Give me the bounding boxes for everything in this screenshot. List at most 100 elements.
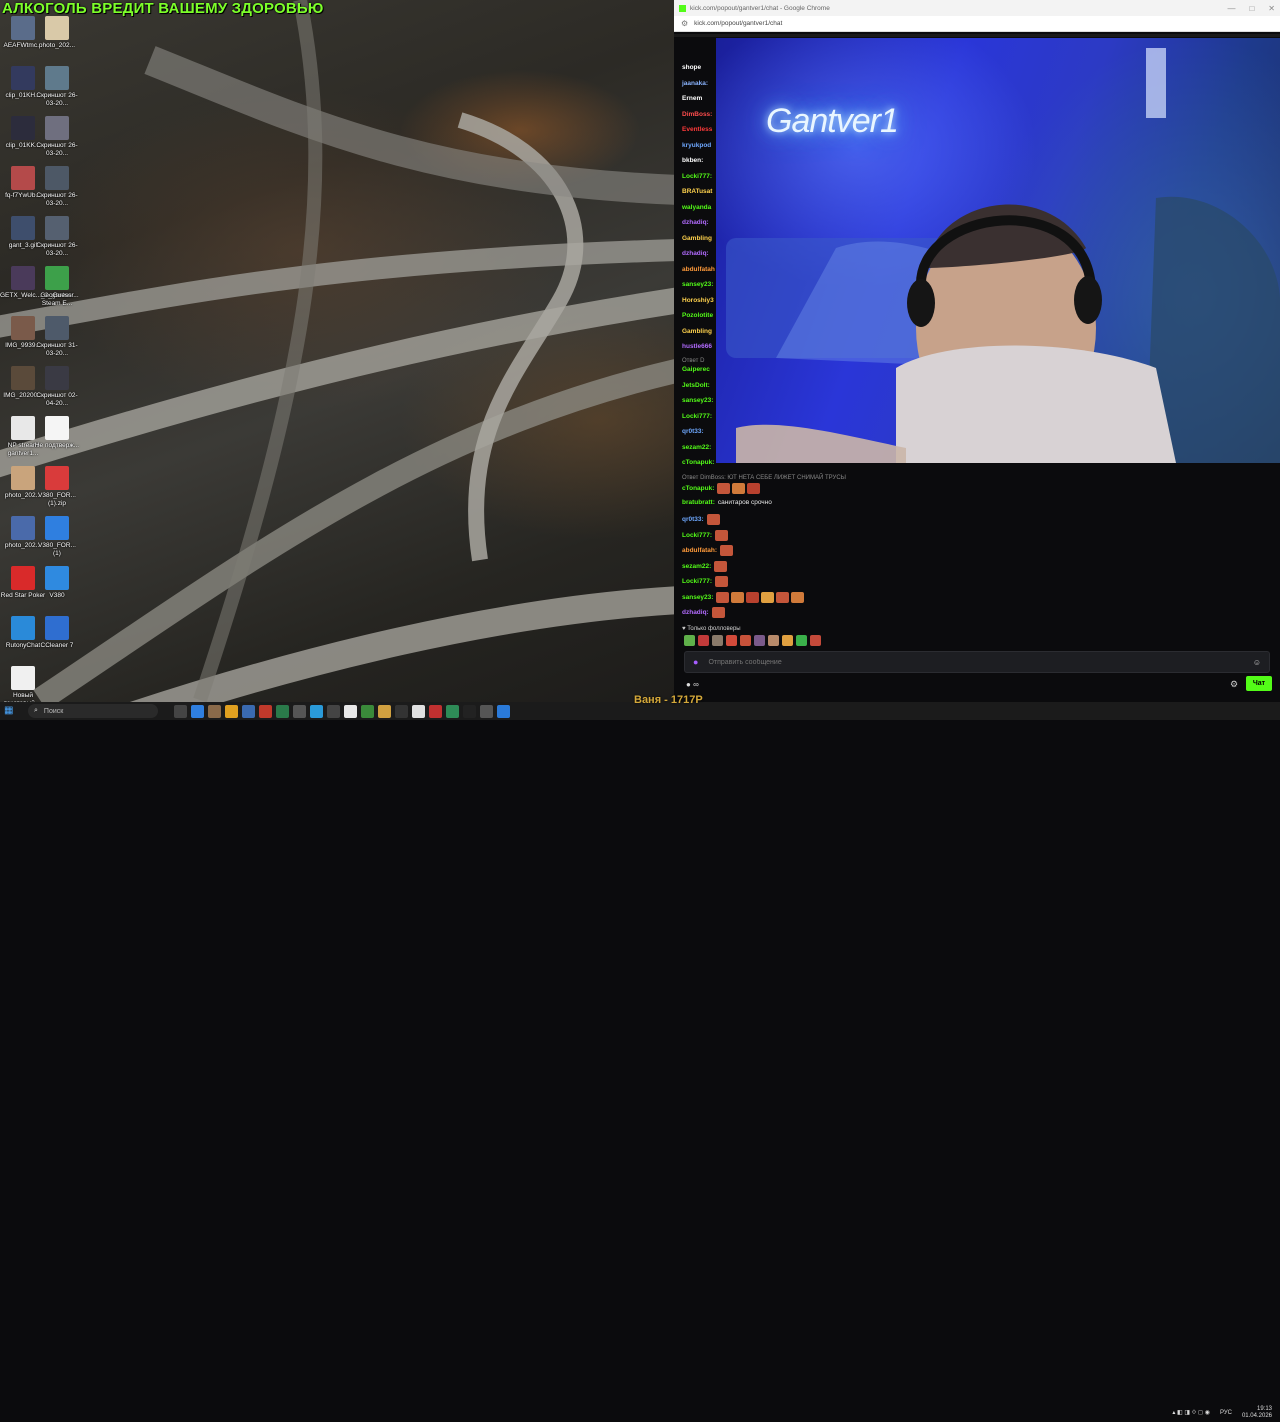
- emote[interactable]: [754, 635, 765, 646]
- emote[interactable]: [712, 635, 723, 646]
- chat-username[interactable]: dzhadiq:: [682, 219, 709, 226]
- chat-message: sezam22:: [682, 560, 729, 572]
- chat-input-box[interactable]: ● ☺: [684, 651, 1270, 673]
- emoji-picker-icon[interactable]: ☺: [1253, 658, 1261, 667]
- app-icon[interactable]: [276, 704, 289, 718]
- desktop-icon[interactable]: GeoGuessr Steam E...: [34, 266, 80, 307]
- chat-username[interactable]: Gaiperec: [682, 366, 710, 373]
- desktop-icon[interactable]: Не подтверж...: [34, 416, 80, 450]
- desktop-icon[interactable]: V380_FOR... (1): [34, 516, 80, 557]
- desktop-icon[interactable]: photo_202...: [34, 16, 80, 50]
- chat-username[interactable]: bkben:: [682, 157, 703, 164]
- app-icon[interactable]: [395, 704, 408, 718]
- chat-username[interactable]: sansey23:: [682, 397, 713, 404]
- emote[interactable]: [726, 635, 737, 646]
- desktop-icon[interactable]: V380: [34, 566, 80, 600]
- chat-username[interactable]: cTonapuk:: [682, 485, 714, 492]
- task-view-icon[interactable]: [174, 704, 187, 718]
- emote[interactable]: [768, 635, 779, 646]
- chat-message-input[interactable]: [706, 657, 1253, 667]
- emote[interactable]: [740, 635, 751, 646]
- chat-username[interactable]: Locki777:: [682, 578, 712, 585]
- app-icon[interactable]: [446, 704, 459, 718]
- site-settings-icon[interactable]: ⚙: [681, 19, 688, 28]
- desktop-icon[interactable]: Скриншот 26-03-20...: [34, 216, 80, 257]
- chat-settings-gear-icon[interactable]: ⚙: [1230, 679, 1238, 690]
- desktop-icon[interactable]: Скриншот 31-03-20...: [34, 316, 80, 357]
- app-icon[interactable]: [480, 704, 493, 718]
- chat-username[interactable]: JetsDolt:: [682, 382, 710, 389]
- app-icon[interactable]: [293, 704, 306, 718]
- chat-username[interactable]: Ernem: [682, 95, 702, 102]
- emote-quick-bar[interactable]: [684, 635, 821, 646]
- chat-username[interactable]: sansey23:: [682, 594, 713, 601]
- taskbar-search[interactable]: ⌕ Поиск: [28, 704, 158, 718]
- app-icon[interactable]: [259, 704, 272, 718]
- emote[interactable]: [782, 635, 793, 646]
- chrome-icon[interactable]: [344, 704, 357, 718]
- emote[interactable]: [698, 635, 709, 646]
- windows-start-icon[interactable]: ▦: [4, 705, 18, 717]
- chat-username[interactable]: Locki777:: [682, 532, 712, 539]
- desktop-icon[interactable]: Скриншот 26-03-20...: [34, 66, 80, 107]
- chat-username[interactable]: kryukpod: [682, 142, 711, 149]
- send-chat-button[interactable]: Чат: [1246, 676, 1272, 691]
- app-icon[interactable]: [310, 704, 323, 718]
- chat-username[interactable]: jaanaka:: [682, 80, 708, 87]
- tray-icons[interactable]: ▴ ◧ ◨ ⟐ ◻ ◉: [1172, 1409, 1210, 1417]
- chat-username[interactable]: BRATusat: [682, 188, 712, 195]
- chat-username[interactable]: bratubratt:: [682, 499, 715, 506]
- chat-username[interactable]: abdulfatah: [682, 266, 715, 273]
- app-icon[interactable]: [242, 704, 255, 718]
- close-button[interactable]: ✕: [1268, 4, 1275, 13]
- chat-username[interactable]: Eventless: [682, 126, 712, 133]
- app-icon[interactable]: [412, 704, 425, 718]
- app-icon[interactable]: [463, 704, 476, 718]
- desktop-icon[interactable]: V380_FOR... (1).zip: [34, 466, 80, 507]
- address-bar[interactable]: ⚙ kick.com/popout/gantver1/chat: [674, 16, 1280, 32]
- chat-username[interactable]: Locki777:: [682, 173, 712, 180]
- emote[interactable]: [796, 635, 807, 646]
- chat-username[interactable]: dzhadiq:: [682, 609, 709, 616]
- clock[interactable]: 19:13 01.04.2026: [1242, 1406, 1272, 1420]
- app-icon[interactable]: [361, 704, 374, 718]
- maximize-button[interactable]: □: [1249, 4, 1254, 13]
- desktop-icon[interactable]: Скриншот 02-04-20...: [34, 366, 80, 407]
- app-icon[interactable]: [208, 704, 221, 718]
- chat-username[interactable]: qr0t33:: [682, 516, 704, 523]
- chat-username[interactable]: DimBoss:: [682, 111, 712, 118]
- chat-username[interactable]: walyanda: [682, 204, 711, 211]
- chat-username[interactable]: shope: [682, 64, 701, 71]
- chat-username[interactable]: qr0t33:: [682, 428, 704, 435]
- url-text[interactable]: kick.com/popout/gantver1/chat: [694, 20, 782, 27]
- chat-username[interactable]: Gambling: [682, 328, 712, 335]
- reply-label-dimboss: Ответ DimBoss: ЮТ НЕТА СЕБЕ ЛИЖЕТ СНИМАЙ…: [682, 475, 846, 481]
- desktop-icon[interactable]: Скриншот 26-03-20...: [34, 116, 80, 157]
- language-indicator[interactable]: РУС: [1220, 1410, 1232, 1416]
- chat-username[interactable]: cTonapuk:: [682, 459, 714, 466]
- minimize-button[interactable]: —: [1227, 4, 1235, 13]
- chat-username[interactable]: sezam22:: [682, 444, 711, 451]
- app-icon[interactable]: [429, 704, 442, 718]
- explorer-icon[interactable]: [225, 704, 238, 718]
- edge-icon[interactable]: [191, 704, 204, 718]
- desktop-icon[interactable]: Новый текстовый ...: [0, 666, 46, 702]
- chat-username[interactable]: Gambling: [682, 235, 712, 242]
- chat-username[interactable]: abdulfatah:: [682, 547, 717, 554]
- app-icon[interactable]: [497, 704, 510, 718]
- chat-username[interactable]: sansey23:: [682, 281, 713, 288]
- chat-username[interactable]: Pozolotite: [682, 312, 713, 319]
- chat-username[interactable]: Locki777:: [682, 413, 712, 420]
- chat-user-stats[interactable]: ● ∞: [686, 680, 699, 689]
- kick-mic-icon[interactable]: ●: [693, 657, 698, 667]
- desktop-icon[interactable]: Скриншот 26-03-20...: [34, 166, 80, 207]
- chat-username[interactable]: hustle666: [682, 343, 712, 350]
- chat-username[interactable]: dzhadiq:: [682, 250, 709, 257]
- app-icon[interactable]: [378, 704, 391, 718]
- emote[interactable]: [810, 635, 821, 646]
- app-icon[interactable]: [327, 704, 340, 718]
- desktop-icon[interactable]: CCleaner 7: [34, 616, 80, 650]
- chat-username[interactable]: Horoshiy3: [682, 297, 714, 304]
- chat-username[interactable]: sezam22:: [682, 563, 711, 570]
- emote[interactable]: [684, 635, 695, 646]
